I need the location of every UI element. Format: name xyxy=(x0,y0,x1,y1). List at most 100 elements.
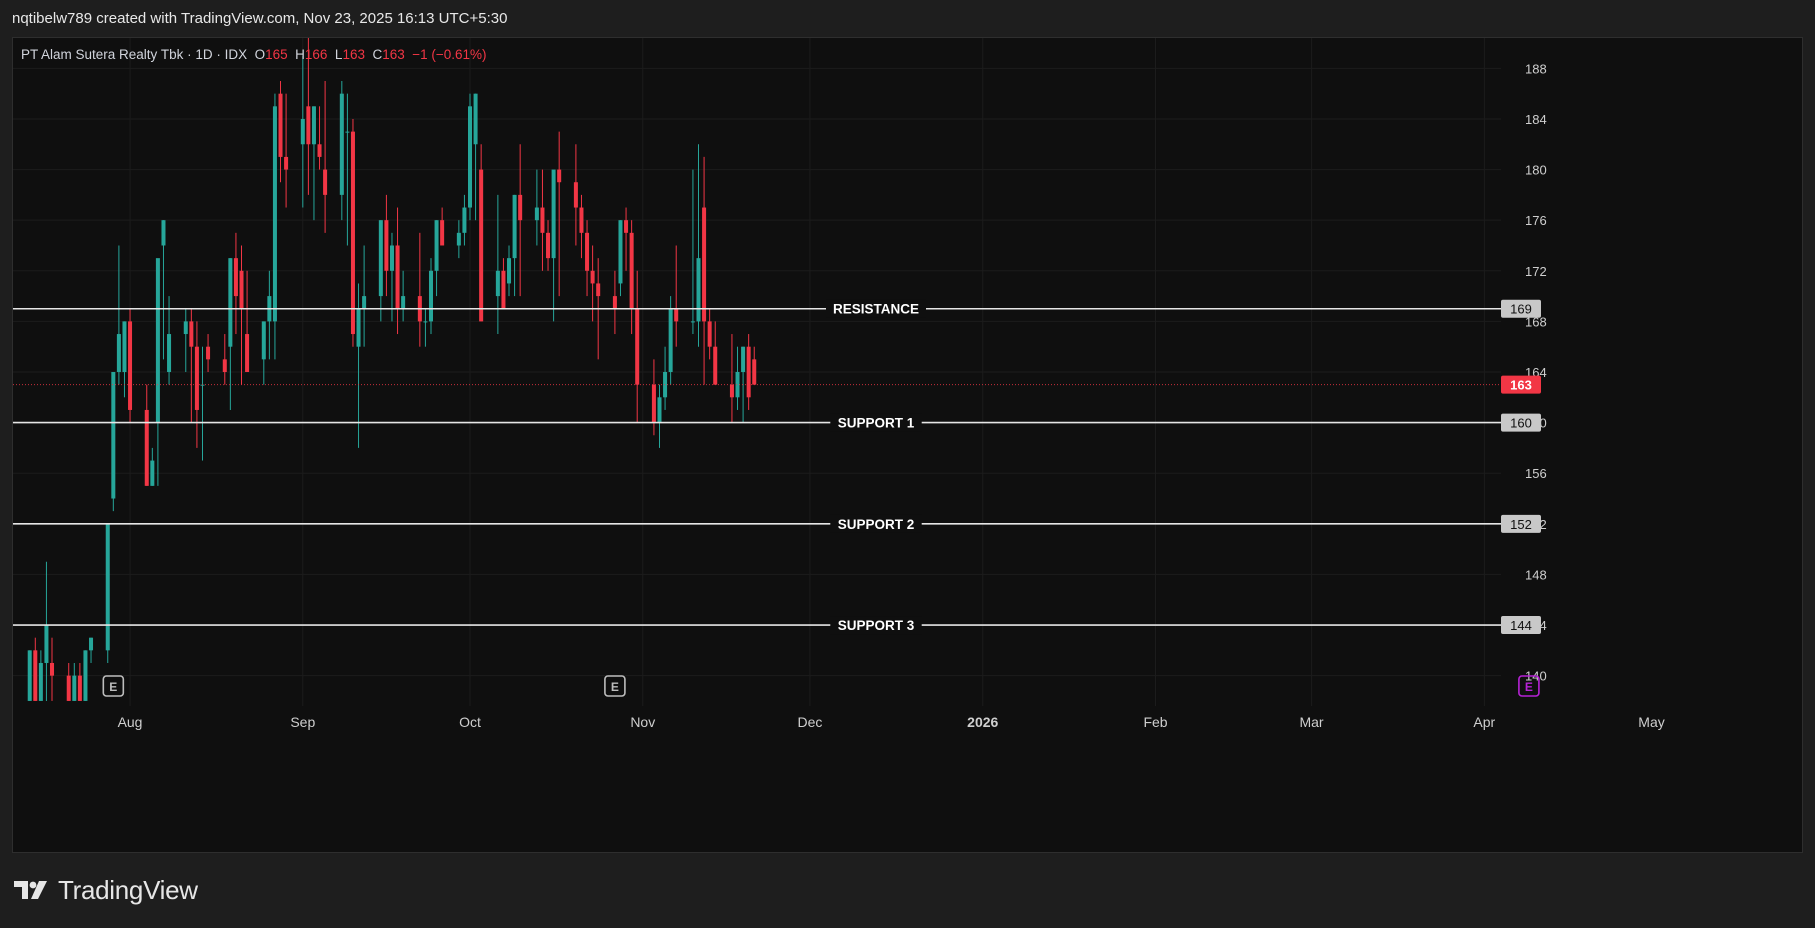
time-tick-label: Mar xyxy=(1299,714,1323,730)
candlestick-chart[interactable]: 140144148152156160164168172176180184188A… xyxy=(13,38,1802,852)
symbol-legend[interactable]: PT Alam Sutera Realty Tbk · 1D · IDX O16… xyxy=(21,47,487,62)
level-price-tag-label: 152 xyxy=(1510,517,1532,532)
time-axis-background xyxy=(13,706,1802,852)
candle-body-down xyxy=(674,308,679,322)
tradingview-logo-text: TradingView xyxy=(58,874,198,905)
candle-body-up xyxy=(150,460,155,486)
price-tick-label: 180 xyxy=(1525,163,1547,178)
price-tick-label: 156 xyxy=(1525,466,1547,481)
candle-body-up xyxy=(512,194,517,259)
candle-body-down xyxy=(573,182,578,208)
level-price-tag-label: 169 xyxy=(1510,302,1532,317)
candle-body-down xyxy=(194,346,199,410)
candle-body-down xyxy=(306,106,311,145)
candle-body-up xyxy=(423,321,428,323)
price-tick-label: 176 xyxy=(1525,213,1547,228)
last-price-tag-label: 163 xyxy=(1510,378,1532,393)
level-label: SUPPORT 1 xyxy=(838,416,915,431)
candle-body-down xyxy=(596,283,601,297)
chart-panel[interactable]: 140144148152156160164168172176180184188A… xyxy=(12,37,1803,853)
candle-body-up xyxy=(228,258,233,347)
candle-body-up xyxy=(456,232,461,246)
candle-body-down xyxy=(612,296,617,309)
tradingview-logo-icon xyxy=(14,879,50,901)
candle-body-up xyxy=(27,650,32,701)
candle-body-up xyxy=(261,321,266,360)
time-tick-label: Dec xyxy=(798,714,823,730)
legend-part: 163 xyxy=(382,47,412,62)
candle-body-down xyxy=(233,258,238,297)
candle-body-down xyxy=(518,194,523,221)
earnings-marker-label: E xyxy=(1525,680,1533,694)
candle-body-up xyxy=(356,308,361,347)
legend-part: 165 xyxy=(265,47,295,62)
candle-body-up xyxy=(105,523,110,651)
legend-part: −1 (−0.61%) xyxy=(412,47,486,62)
level-price-tag-label: 144 xyxy=(1510,618,1532,633)
candle-body-down xyxy=(144,409,149,486)
candle-body-down xyxy=(557,169,562,183)
candle-body-down xyxy=(635,308,640,385)
candle-body-down xyxy=(128,321,133,410)
candle-body-up xyxy=(434,220,439,271)
candle-body-down xyxy=(189,321,194,347)
candle-body-down xyxy=(752,359,757,385)
level-label: SUPPORT 2 xyxy=(838,517,915,532)
candle-body-down xyxy=(317,144,322,157)
tradingview-logo[interactable]: TradingView xyxy=(14,872,198,908)
candle-body-up xyxy=(495,270,500,297)
candle-body-down xyxy=(245,334,250,372)
price-tick-label: 188 xyxy=(1525,61,1547,76)
candle-body-up xyxy=(83,650,88,701)
candle-body-up xyxy=(690,321,695,323)
candle-body-up xyxy=(401,296,406,309)
legend-part: H xyxy=(295,47,305,62)
candle-body-up xyxy=(428,270,433,322)
candle-body-down xyxy=(713,346,718,385)
price-tick-label: 148 xyxy=(1525,567,1547,582)
candle-body-down xyxy=(206,346,211,360)
legend-part: C xyxy=(372,47,382,62)
candle-body-up xyxy=(122,321,127,372)
legend-part: PT Alam Sutera Realty Tbk · 1D · IDX xyxy=(21,47,255,62)
candle-body-down xyxy=(284,156,289,170)
time-tick-label: Aug xyxy=(118,714,143,730)
candle-body-down xyxy=(239,270,244,309)
legend-part: 166 xyxy=(305,47,335,62)
candle-body-up xyxy=(551,169,556,259)
candle-body-up xyxy=(155,258,160,423)
candle-body-up xyxy=(507,258,512,284)
candle-body-up xyxy=(345,131,350,133)
legend-part: 163 xyxy=(342,47,372,62)
candle-body-down xyxy=(651,384,656,423)
candle-body-down xyxy=(479,169,484,322)
time-tick-label: May xyxy=(1638,714,1664,730)
candle-body-up xyxy=(668,308,673,372)
time-tick-label: Oct xyxy=(459,714,481,730)
candle-body-up xyxy=(116,334,121,372)
candle-body-down xyxy=(579,207,584,233)
candle-body-down xyxy=(440,220,445,246)
candle-body-up xyxy=(362,296,367,309)
candle-body-down xyxy=(585,232,590,271)
candle-body-down xyxy=(33,650,38,701)
candle-body-up xyxy=(696,258,701,322)
candle-body-up xyxy=(161,220,166,246)
level-label: SUPPORT 3 xyxy=(838,618,915,633)
candle-body-down xyxy=(590,270,595,284)
candle-body-down xyxy=(729,384,734,398)
candle-body-down xyxy=(66,675,71,701)
candle-body-up xyxy=(38,662,43,701)
attribution-text: nqtibelw789 created with TradingView.com… xyxy=(12,10,508,27)
candle-body-up xyxy=(467,106,473,208)
price-tick-label: 172 xyxy=(1525,264,1547,279)
candle-body-down xyxy=(501,270,506,309)
candle-body-up xyxy=(89,637,94,651)
candle-body-down xyxy=(50,662,55,676)
candle-body-down xyxy=(540,207,545,233)
candle-body-up xyxy=(389,245,394,271)
candle-body-up xyxy=(339,93,344,195)
candle-body-up xyxy=(183,321,188,335)
candle-body-down xyxy=(746,346,751,398)
candle-body-up xyxy=(534,207,539,221)
